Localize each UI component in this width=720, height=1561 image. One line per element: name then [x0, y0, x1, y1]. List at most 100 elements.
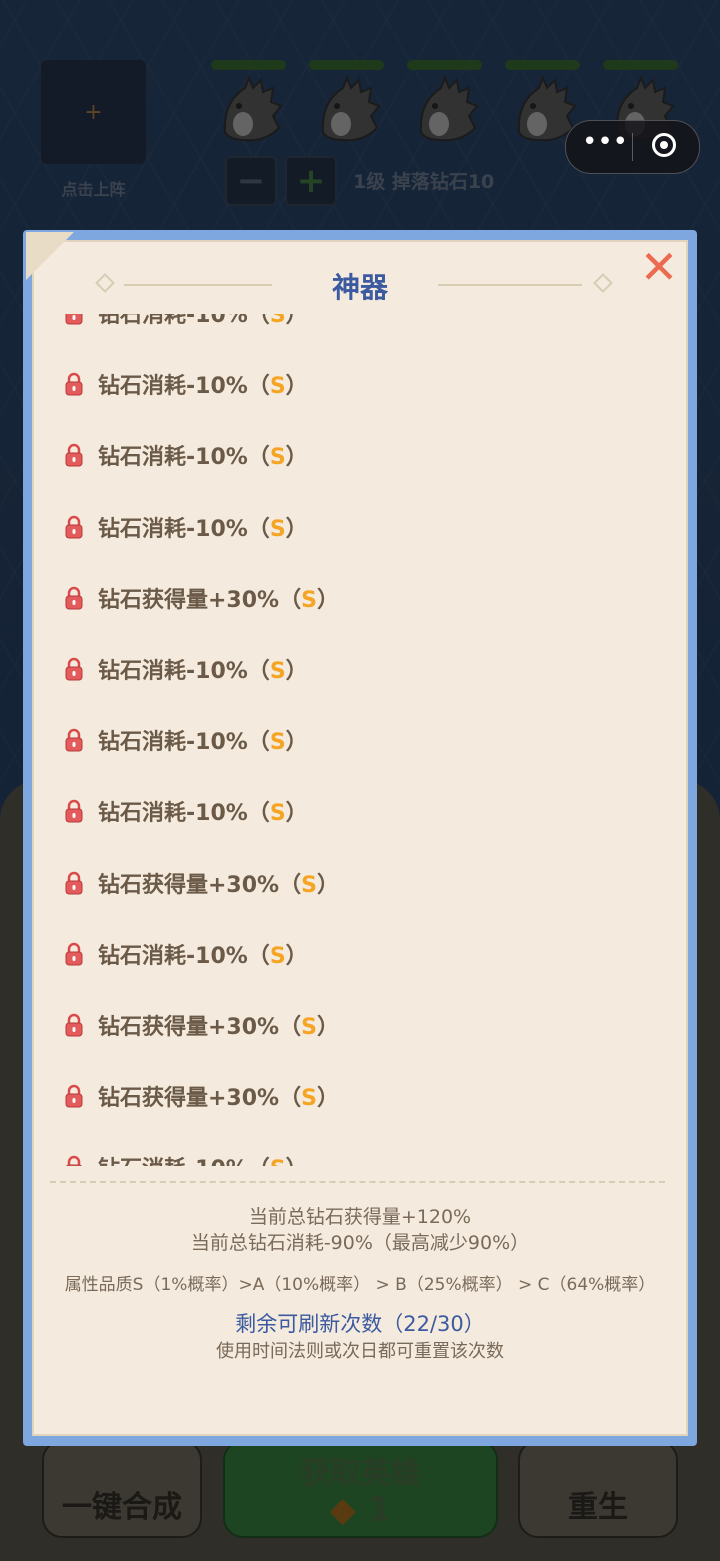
artifact-row[interactable]: 钻石消耗-10%（S）	[50, 348, 670, 419]
paper-fold-corner	[26, 232, 74, 280]
artifact-grade: S	[269, 314, 286, 328]
artifact-label: 钻石获得量+30%（S）	[98, 1009, 339, 1041]
total-diamond-cost: 当前总钻石消耗-90%（最高减少90%）	[190, 1232, 530, 1254]
artifact-effect: 钻石消耗-10%	[98, 943, 248, 969]
lock-icon[interactable]	[65, 314, 83, 329]
artifact-row[interactable]: 钻石消耗-10%（S）	[50, 704, 670, 775]
lock-icon[interactable]	[65, 942, 83, 970]
grade-bracket: ）	[316, 1086, 339, 1112]
total-diamond-gain: 当前总钻石获得量+120%	[248, 1206, 472, 1228]
grade-bracket: （	[279, 872, 302, 898]
artifact-effect: 钻石消耗-10%	[98, 516, 248, 542]
artifact-row[interactable]: 钻石获得量+30%（S）	[50, 847, 670, 918]
lock-icon[interactable]	[65, 1084, 83, 1112]
artifact-effect: 钻石消耗-10%	[98, 801, 248, 827]
artifact-effect: 钻石消耗-10%	[98, 658, 248, 684]
lock-icon[interactable]	[65, 443, 83, 471]
grade-bracket: （	[247, 314, 270, 328]
grade-bracket: ）	[285, 445, 308, 471]
artifact-list[interactable]: 钻石消耗-10%（S） 钻石消耗-10%（S） 钻石消耗-10%（S） 钻石消耗-10…	[50, 314, 670, 1166]
title-divider-left	[124, 284, 272, 286]
artifact-effect: 钻石获得量+30%	[98, 1086, 280, 1112]
grade-bracket: ）	[285, 943, 308, 969]
lock-icon[interactable]	[65, 1155, 83, 1166]
artifact-effect: 钻石获得量+30%	[98, 872, 280, 898]
grade-bracket: ）	[285, 374, 308, 400]
reset-hint: 使用时间法则或次日都可重置该次数	[216, 1341, 504, 1362]
artifact-label: 钻石消耗-10%（S）	[98, 439, 308, 471]
grade-bracket: ）	[316, 1014, 339, 1040]
artifact-label: 钻石消耗-10%（S）	[98, 314, 308, 329]
artifact-row[interactable]: 钻石消耗-10%（S）	[50, 918, 670, 989]
artifact-grade: S	[269, 730, 286, 756]
artifact-row[interactable]: 钻石消耗-10%（S）	[50, 1131, 670, 1166]
artifact-grade: S	[301, 1014, 317, 1040]
artifact-row[interactable]: 钻石消耗-10%（S）	[50, 491, 670, 562]
artifact-effect: 钻石消耗-10%	[98, 1157, 248, 1166]
artifact-grade: S	[270, 1157, 286, 1166]
artifact-label: 钻石消耗-10%（S）	[98, 511, 308, 543]
title-divider-right	[438, 284, 582, 286]
grade-bracket: ）	[285, 658, 308, 684]
refresh-count: 剩余可刷新次数（22/30）	[235, 1312, 485, 1336]
grade-bracket: ）	[285, 801, 308, 827]
artifact-effect: 钻石消耗-10%	[98, 374, 248, 400]
close-miniprogram-icon[interactable]	[652, 133, 676, 157]
miniprogram-capsule: •••	[565, 120, 700, 174]
grade-bracket: （	[247, 658, 270, 684]
grade-bracket: （	[247, 943, 270, 969]
section-divider	[50, 1181, 665, 1183]
artifact-row[interactable]: 钻石消耗-10%（S）	[50, 775, 670, 846]
artifact-grade: S	[269, 374, 286, 400]
lock-icon[interactable]	[65, 515, 83, 543]
artifact-label: 钻石消耗-10%（S）	[98, 1151, 308, 1166]
capsule-divider	[632, 133, 633, 161]
artifact-label: 钻石获得量+30%（S）	[98, 582, 339, 614]
artifact-effect: 钻石获得量+30%	[98, 1014, 280, 1040]
grade-bracket: （	[248, 1157, 270, 1166]
artifact-row[interactable]: 钻石消耗-10%（S）	[50, 419, 670, 490]
artifact-grade: S	[269, 801, 286, 827]
artifact-effect: 钻石消耗-10%	[98, 730, 248, 756]
artifact-effect: 钻石获得量+30%	[98, 587, 280, 613]
lock-icon[interactable]	[65, 871, 83, 899]
grade-bracket: （	[279, 1086, 302, 1112]
lock-icon[interactable]	[65, 728, 83, 756]
grade-bracket: ）	[285, 314, 308, 328]
artifact-grade: S	[301, 1086, 317, 1112]
grade-bracket: （	[247, 374, 270, 400]
artifact-row[interactable]: 钻石获得量+30%（S）	[50, 562, 670, 633]
artifact-grade: S	[269, 943, 286, 969]
grade-bracket: ）	[286, 1157, 308, 1166]
grade-bracket: （	[279, 587, 302, 613]
artifact-row[interactable]: 钻石获得量+30%（S）	[50, 989, 670, 1060]
artifact-label: 钻石消耗-10%（S）	[98, 653, 308, 685]
grade-bracket: （	[279, 1014, 302, 1040]
artifact-label: 钻石消耗-10%（S）	[98, 724, 308, 756]
artifact-label: 钻石消耗-10%（S）	[98, 938, 308, 970]
grade-bracket: （	[247, 445, 270, 471]
artifact-label: 钻石获得量+30%（S）	[98, 1080, 339, 1112]
artifact-row[interactable]: 钻石获得量+30%（S）	[50, 1060, 670, 1131]
lock-icon[interactable]	[65, 657, 83, 685]
grade-bracket: （	[247, 801, 270, 827]
lock-icon[interactable]	[65, 586, 83, 614]
grade-bracket: ）	[316, 872, 339, 898]
artifact-effect: 钻石消耗-10%	[98, 445, 248, 471]
artifact-row[interactable]: 钻石消耗-10%（S）	[50, 314, 670, 348]
lock-icon[interactable]	[65, 799, 83, 827]
artifact-row[interactable]: 钻石消耗-10%（S）	[50, 633, 670, 704]
more-menu-icon[interactable]: •••	[582, 129, 628, 159]
dialog-title: 神器	[331, 271, 388, 304]
artifact-label: 钻石消耗-10%（S）	[98, 368, 308, 400]
grade-bracket: ）	[316, 587, 339, 613]
lock-icon[interactable]	[65, 372, 83, 400]
artifact-effect: 钻石消耗-10%	[98, 314, 248, 328]
grade-bracket: ）	[285, 516, 308, 542]
artifact-label: 钻石消耗-10%（S）	[98, 795, 308, 827]
close-button[interactable]: ✕	[636, 244, 682, 290]
lock-icon[interactable]	[65, 1013, 83, 1041]
grade-bracket: ）	[285, 730, 308, 756]
grade-bracket: （	[247, 516, 270, 542]
artifact-grade: S	[269, 516, 286, 542]
